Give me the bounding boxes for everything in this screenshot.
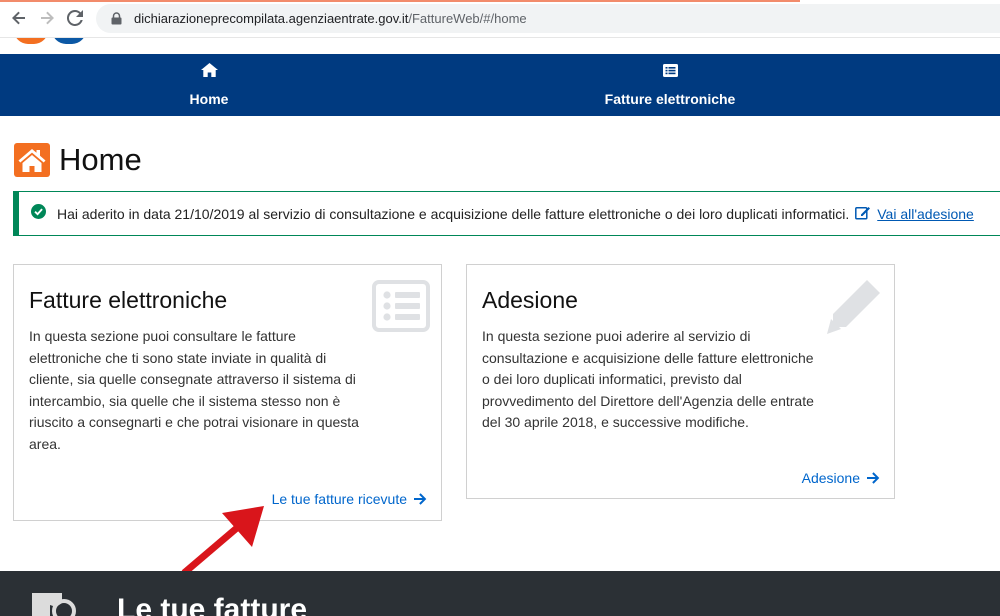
page-title: Home [59,142,142,177]
url-domain: dichiarazioneprecompilata.agenziaentrate… [134,11,409,26]
site-logo[interactable] [14,38,92,44]
address-bar[interactable]: dichiarazioneprecompilata.agenziaentrate… [96,4,1000,33]
home-icon [200,63,218,82]
main-navigation: Home Fatture elettroniche [0,54,1000,116]
check-circle-icon [31,203,46,224]
arrow-right-icon [867,472,880,484]
back-arrow-icon[interactable] [8,7,30,29]
arrow-right-icon [414,493,427,505]
browser-toolbar: dichiarazioneprecompilata.agenziaentrate… [0,0,1000,38]
url-path: /FattureWeb/#/home [408,11,527,26]
edit-icon [855,205,877,223]
invoice-icon [26,589,76,616]
section-title: Le tue fatture [117,593,308,616]
nav-item-fatture-elettroniche[interactable]: Fatture elettroniche [585,54,755,116]
list-alt-icon [372,280,430,337]
url-text: dichiarazioneprecompilata.agenziaentrate… [134,11,527,26]
adesione-link[interactable]: Adesione [802,470,880,486]
card-link-label: Le tue fatture ricevute [271,491,407,507]
nav-item-label: Fatture elettroniche [604,90,736,107]
page-header: Home [14,142,142,178]
card-link-label: Adesione [801,470,860,486]
vai-adesione-link[interactable]: Vai all'adesione [855,205,974,223]
card-body: In questa sezione puoi aderire al serviz… [482,328,814,430]
page-load-progress [0,0,800,2]
card-fatture-elettroniche: Fatture elettroniche In questa sezione p… [13,264,442,521]
reload-icon[interactable] [64,7,86,29]
card-title: Fatture elettroniche [29,287,228,313]
home-icon [14,143,50,177]
card-body: In questa sezione puoi consultare le fat… [29,328,359,452]
forward-arrow-icon[interactable] [36,7,58,29]
card-adesione: Adesione In questa sezione puoi aderire … [466,264,895,499]
fatture-section: Le tue fatture [0,571,1000,616]
nav-item-label: Home [189,91,229,107]
nav-item-home[interactable]: Home [166,54,252,116]
le-tue-fatture-ricevute-link[interactable]: Le tue fatture ricevute [272,491,427,507]
lock-icon [108,11,124,27]
alert-message: Hai aderito in data 21/10/2019 al serviz… [57,205,850,222]
list-icon [662,63,678,82]
card-title: Adesione [482,287,578,313]
success-alert: Hai aderito in data 21/10/2019 al serviz… [13,191,1000,236]
alert-link-label: Vai all'adesione [877,205,974,222]
pencil-icon [824,276,884,341]
